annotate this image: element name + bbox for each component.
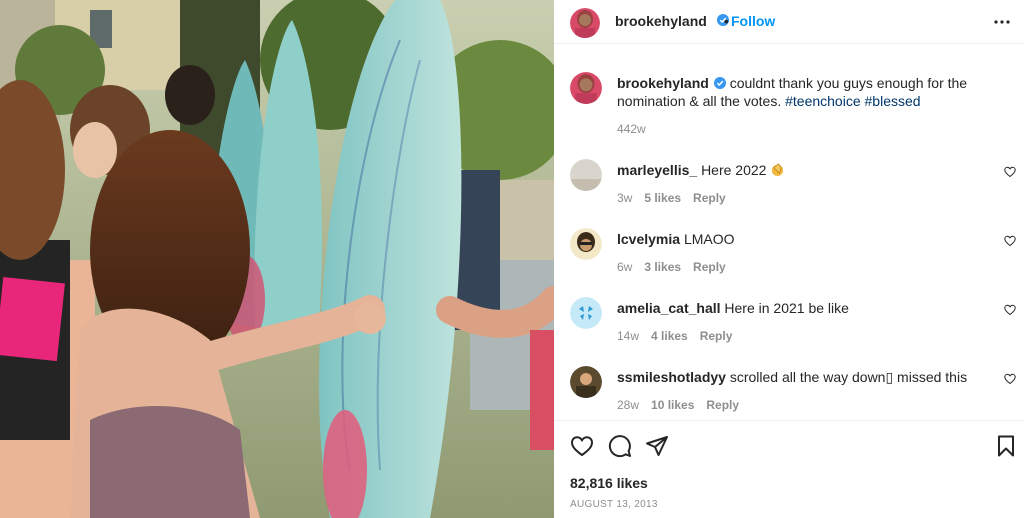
comment-text: ssmileshotladyy scrolled all the way dow… [617, 368, 967, 386]
comment-meta: 28w 10 likes Reply [617, 398, 751, 412]
like-heart-icon[interactable] [570, 434, 594, 458]
comment-likes[interactable]: 3 likes [644, 260, 681, 274]
reply-button[interactable]: Reply [693, 260, 726, 274]
instagram-post: brookehyland • Follow brookehyland could… [0, 0, 1024, 518]
hashtag-teenchoice[interactable]: #teenchoice [785, 93, 861, 109]
more-options-icon[interactable] [990, 10, 1014, 34]
comment-body: Here in 2021 be like [724, 300, 849, 316]
heart-icon[interactable] [1004, 373, 1016, 385]
commenter-username[interactable]: ssmileshotladyy [617, 369, 726, 385]
bookmark-icon[interactable] [994, 434, 1018, 458]
comment-body: scrolled all the way down▯ missed this [729, 369, 968, 385]
comment-time[interactable]: 28w [617, 398, 639, 412]
comment-time[interactable]: 14w [617, 329, 639, 343]
comment-item: amelia_cat_hall Here in 2021 be like 14w… [554, 297, 1024, 365]
hashtag-blessed[interactable]: #blessed [865, 93, 921, 109]
comment-item: marleyellis_ Here 2022 3w 5 likes Reply [554, 159, 1024, 227]
comment-text: lcvelymia LMAOO [617, 230, 735, 248]
commenter-username[interactable]: marleyellis_ [617, 162, 697, 178]
author-username[interactable]: brookehyland [615, 13, 707, 29]
heart-icon[interactable] [1004, 304, 1016, 316]
commenter-avatar[interactable] [570, 366, 602, 398]
share-icon[interactable] [645, 434, 669, 458]
follow-button[interactable]: Follow [731, 13, 775, 29]
post-date[interactable]: AUGUST 13, 2013 [570, 499, 658, 510]
post-sidebar: brookehyland • Follow brookehyland could… [554, 0, 1024, 518]
commenter-username[interactable]: amelia_cat_hall [617, 300, 721, 316]
commenter-avatar[interactable] [570, 228, 602, 260]
comment-time[interactable]: 6w [617, 260, 632, 274]
comment-time[interactable]: 3w [617, 191, 632, 205]
comment-meta: 3w 5 likes Reply [617, 191, 738, 205]
post-caption: brookehyland couldnt thank you guys enou… [554, 64, 1024, 144]
reply-button[interactable]: Reply [693, 191, 726, 205]
comment-body: LMAOO [683, 231, 735, 247]
author-avatar[interactable] [570, 8, 600, 38]
comment-text: amelia_cat_hall Here in 2021 be like [617, 299, 849, 317]
post-photo[interactable] [0, 0, 554, 518]
caption-author-avatar[interactable] [570, 72, 602, 104]
heart-icon[interactable] [1004, 235, 1016, 247]
commenter-username[interactable]: lcvelymia [617, 231, 680, 247]
caption-body: brookehyland couldnt thank you guys enou… [617, 74, 997, 110]
reply-button[interactable]: Reply [706, 398, 739, 412]
post-image [0, 0, 554, 518]
comment-meta: 14w 4 likes Reply [617, 329, 744, 343]
heart-icon[interactable] [1004, 166, 1016, 178]
clapping-hands-icon [772, 163, 784, 177]
post-header: brookehyland • Follow [554, 0, 1024, 44]
like-count[interactable]: 82,816 likes [570, 475, 648, 491]
commenter-avatar[interactable] [570, 297, 602, 329]
commenter-avatar[interactable] [570, 159, 602, 191]
caption-username[interactable]: brookehyland [617, 75, 709, 91]
verified-icon [713, 77, 726, 89]
caption-timestamp[interactable]: 442w [617, 122, 646, 136]
post-actions: 82,816 likes AUGUST 13, 2013 [554, 420, 1024, 518]
separator-dot: • [724, 13, 729, 29]
comment-likes[interactable]: 4 likes [651, 329, 688, 343]
comment-likes[interactable]: 5 likes [644, 191, 681, 205]
comment-body: Here 2022 [701, 162, 767, 178]
comment-text: marleyellis_ Here 2022 [617, 161, 785, 179]
reply-button[interactable]: Reply [700, 329, 733, 343]
comment-item: lcvelymia LMAOO 6w 3 likes Reply [554, 228, 1024, 296]
comment-likes[interactable]: 10 likes [651, 398, 694, 412]
comment-meta: 6w 3 likes Reply [617, 260, 738, 274]
comment-icon[interactable] [608, 434, 632, 458]
